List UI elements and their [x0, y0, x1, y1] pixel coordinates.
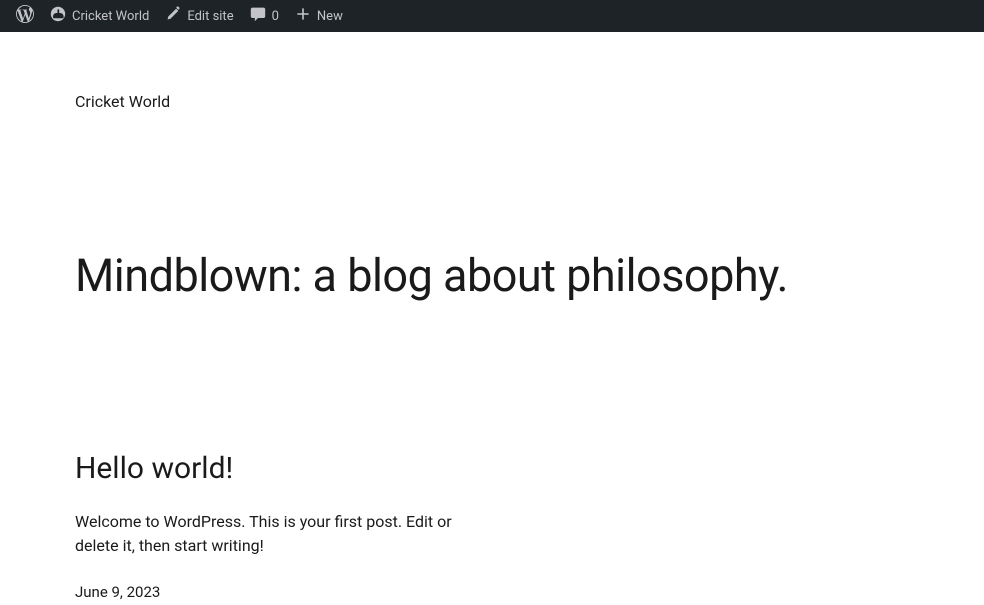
- comments-menu[interactable]: 0: [242, 0, 287, 32]
- page-content: Cricket World Mindblown: a blog about ph…: [0, 32, 984, 601]
- new-content-menu[interactable]: New: [287, 0, 351, 32]
- admin-bar: Cricket World Edit site 0 New: [0, 0, 984, 32]
- edit-site-menu[interactable]: Edit site: [157, 0, 241, 32]
- site-name-label: Cricket World: [72, 9, 149, 24]
- post-excerpt: Welcome to WordPress. This is your first…: [75, 510, 475, 560]
- wordpress-logo-menu[interactable]: [8, 0, 42, 32]
- edit-icon: [165, 6, 181, 26]
- site-title[interactable]: Cricket World: [75, 92, 984, 111]
- comment-count: 0: [272, 9, 279, 24]
- plus-icon: [295, 6, 311, 26]
- post-title[interactable]: Hello world!: [75, 451, 984, 486]
- edit-site-label: Edit site: [187, 9, 233, 24]
- wordpress-icon: [16, 5, 34, 27]
- site-name-menu[interactable]: Cricket World: [42, 0, 157, 32]
- comment-icon: [250, 6, 266, 26]
- dashboard-icon: [50, 6, 66, 26]
- new-label: New: [317, 9, 343, 24]
- post-date: June 9, 2023: [75, 583, 984, 601]
- page-heading: Mindblown: a blog about philosophy.: [75, 251, 984, 301]
